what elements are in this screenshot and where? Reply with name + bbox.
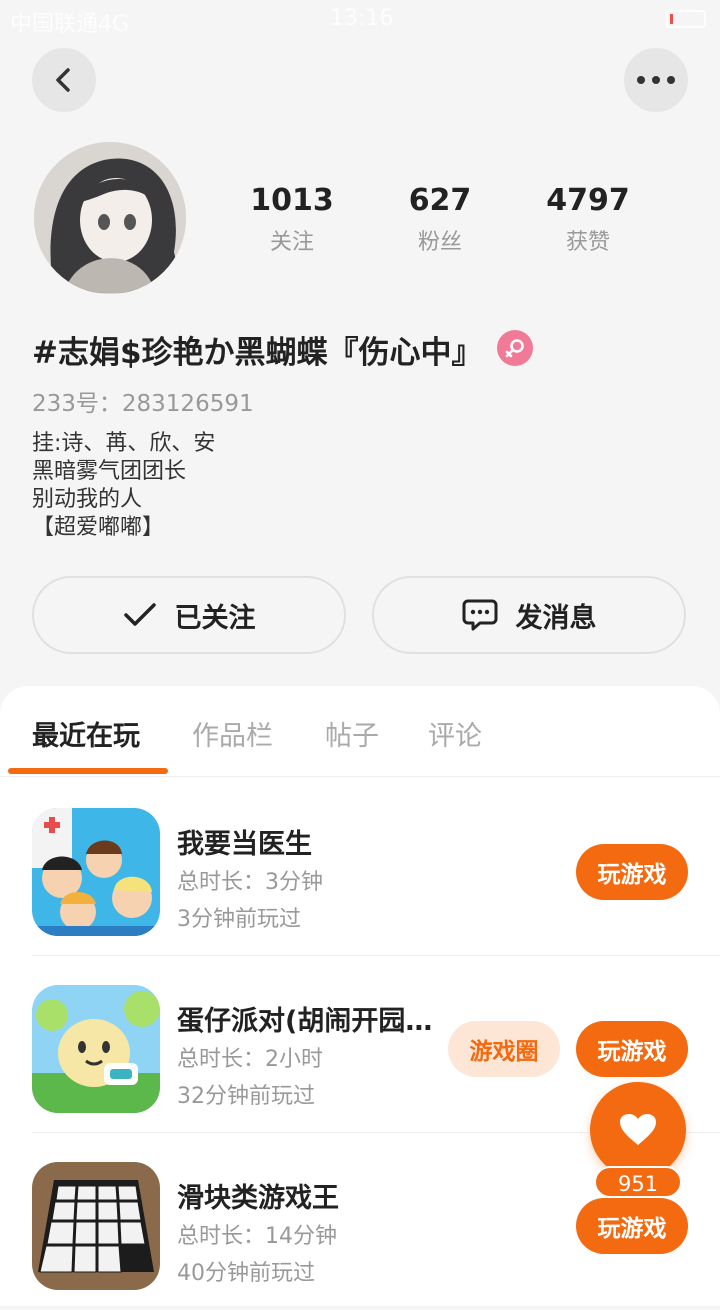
more-dots-icon	[637, 76, 675, 84]
game-last-played: 3分钟前玩过	[177, 907, 301, 932]
slider-puzzle-icon	[32, 1162, 160, 1290]
chevron-left-icon	[56, 68, 70, 92]
eggy-party-icon	[32, 985, 160, 1113]
play-game-button[interactable]: 玩游戏	[576, 844, 688, 900]
play-game-button[interactable]: 玩游戏	[576, 1021, 688, 1077]
game-last-played: 32分钟前玩过	[177, 1084, 315, 1109]
stat-following[interactable]: 1013 关注	[218, 182, 366, 256]
game-name: 滑块类游戏王	[177, 1183, 339, 1214]
stat-label: 关注	[269, 230, 314, 255]
back-button[interactable]	[32, 48, 96, 112]
nickname: #志娟$珍艳か黑蝴蝶『伤心中』	[32, 335, 483, 371]
check-icon	[123, 603, 156, 626]
game-duration: 总时长：3分钟	[177, 870, 323, 895]
female-gender-icon	[497, 330, 533, 366]
user-id: 233号：283126591	[32, 391, 254, 417]
game-duration: 总时长：2小时	[177, 1047, 323, 1072]
tab-recently-played[interactable]: 最近在玩	[32, 714, 140, 753]
like-count: 951	[594, 1166, 682, 1198]
play-game-button[interactable]: 玩游戏	[576, 1198, 688, 1254]
stat-value: 1013	[250, 183, 334, 218]
send-message-button[interactable]: 发消息	[372, 576, 686, 654]
bio-line: 黑暗雾气团团长	[32, 459, 187, 484]
bio-line: 别动我的人	[32, 487, 143, 512]
followed-label: 已关注	[174, 602, 256, 634]
stat-followers[interactable]: 627 粉丝	[366, 182, 514, 256]
tab-comments[interactable]: 评论	[428, 714, 482, 753]
chat-bubble-icon	[462, 599, 497, 631]
game-circle-button[interactable]: 游戏圈	[448, 1021, 560, 1077]
profile-stats: 1013 关注 627 粉丝 4797 获赞	[218, 182, 662, 256]
stat-likes[interactable]: 4797 获赞	[514, 182, 662, 256]
game-name: 蛋仔派对(胡闹开园…	[177, 1006, 433, 1037]
game-row[interactable]: 我要当医生 总时长：3分钟 3分钟前玩过 玩游戏	[0, 780, 720, 956]
status-bar: 中国联通4G 13:16	[0, 0, 720, 38]
tab-works[interactable]: 作品栏	[192, 714, 273, 753]
followed-button[interactable]: 已关注	[32, 576, 346, 654]
clock: 13:16	[330, 6, 394, 31]
tab-posts[interactable]: 帖子	[325, 714, 379, 753]
stat-label: 粉丝	[417, 230, 462, 255]
divider	[32, 955, 720, 956]
stat-label: 获赞	[565, 230, 610, 255]
like-button[interactable]	[590, 1082, 686, 1178]
content-panel: 最近在玩 作品栏 帖子 评论 我要当医生 总时长：3分钟 3分钟前玩过 玩游戏	[0, 686, 720, 1306]
more-button[interactable]	[624, 48, 688, 112]
stat-value: 4797	[546, 183, 630, 218]
avatar[interactable]	[34, 142, 186, 294]
game-last-played: 40分钟前玩过	[177, 1261, 315, 1286]
active-tab-indicator	[8, 768, 168, 774]
tab-bar: 最近在玩 作品栏 帖子 评论	[0, 686, 720, 777]
bio: 挂:诗、苒、欣、安 黑暗雾气团团长 别动我的人 【超爱嘟嘟】	[32, 430, 215, 542]
carrier-label: 中国联通4G	[10, 12, 130, 37]
battery-icon	[666, 8, 706, 29]
game-name: 我要当医生	[177, 829, 312, 860]
send-message-label: 发消息	[515, 602, 597, 634]
bio-line: 【超爱嘟嘟】	[32, 515, 165, 540]
stat-value: 627	[408, 183, 472, 218]
heart-icon	[620, 1114, 656, 1145]
game-duration: 总时长：14分钟	[177, 1224, 337, 1249]
doctor-game-icon	[32, 808, 160, 936]
bio-line: 挂:诗、苒、欣、安	[32, 431, 216, 456]
